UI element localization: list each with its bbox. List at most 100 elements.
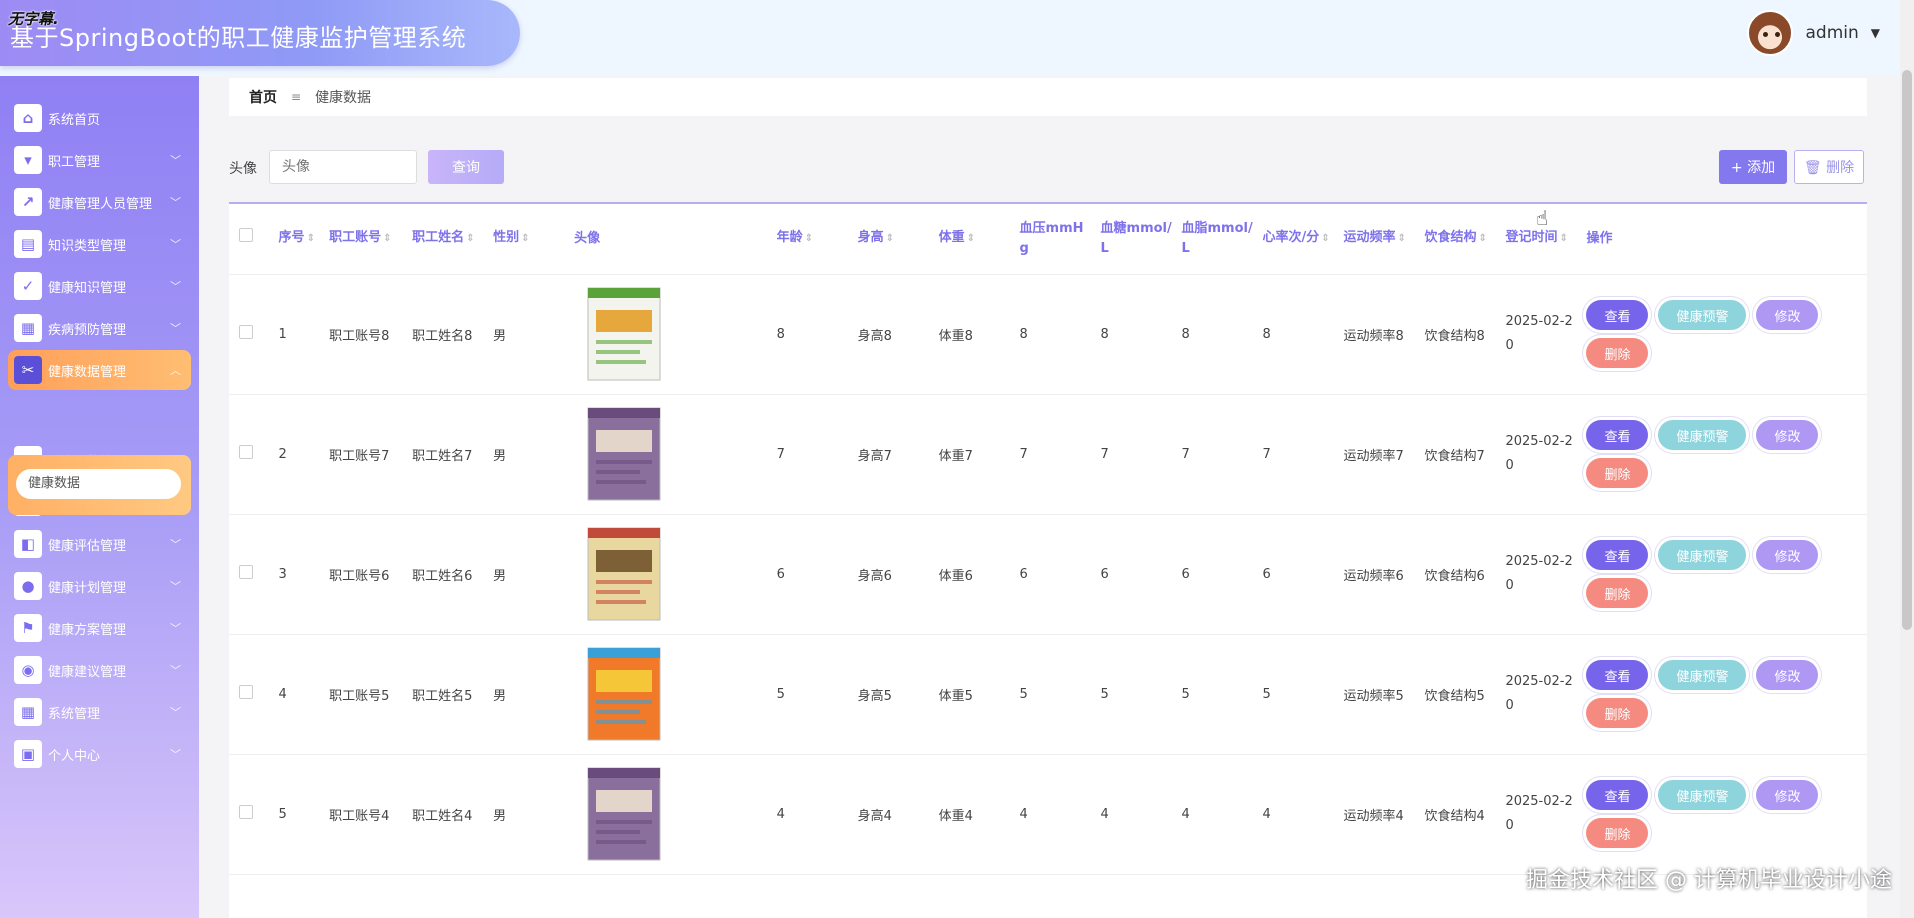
table-row: 2 职工账号7 职工姓名7 男 7 身高7 体重7 7 7 7 7 运动频率7 饮食结构7 2025-02… [229,394,1867,515]
cell-bp: 5 [1015,634,1097,755]
column-header-label: 身高 [857,230,884,246]
sort-icon[interactable]: ⇕ [805,233,813,244]
user-menu[interactable]: admin ▼ [1747,8,1880,58]
cell-height: 身高4 [853,754,935,875]
sort-icon[interactable]: ⇕ [307,233,315,244]
column-header-label: 序号 [278,230,305,246]
sidebar-item-5[interactable]: ✓ 健康知识管理 ﹀ [8,266,191,306]
edit-button[interactable]: 修改 [1756,540,1819,570]
site-watermark: 掘金技术社区 @ 计算机毕业设计小途 [1526,868,1892,893]
column-header-12[interactable]: 心率次/分 ⇕ [1258,204,1340,275]
sort-icon[interactable]: ⇕ [521,233,529,244]
batch-delete-button[interactable]: 🗑 删除 [1794,150,1864,184]
cell-sugar: 8 [1096,274,1178,395]
sort-icon[interactable]: ⇕ [1559,233,1567,244]
column-header-14[interactable]: 饮食结构 ⇕ [1420,204,1502,275]
select-all-checkbox[interactable] [229,204,275,275]
sort-icon[interactable]: ⇕ [1478,233,1486,244]
column-header-13[interactable]: 运动频率 ⇕ [1339,204,1421,275]
avatar-search-input[interactable] [269,150,417,184]
edit-button[interactable]: 修改 [1756,420,1819,450]
sidebar-item-11[interactable]: ● 健康计划管理 ﹀ [8,566,191,606]
search-button[interactable]: 查询 [428,150,504,184]
sidebar-item-7[interactable]: ✂ 健康数据管理 ︿ [8,350,191,390]
view-button[interactable]: 查看 [1586,300,1649,330]
book-cover-image[interactable] [574,284,674,384]
column-header-2[interactable]: 职工账号 ⇕ [325,204,409,275]
chevron-down-icon: ﹀ [170,322,181,335]
cell-name: 职工姓名8 [408,274,490,395]
actions-cell: 查看 健康预警 修改删除 [1582,754,1867,875]
submenu-item-health-data[interactable]: 健康数据 [16,469,181,499]
cell-height: 身高5 [853,634,935,755]
sidebar-item-15[interactable]: ▣ 个人中心 ﹀ [8,734,191,774]
cell-weight: 体重5 [934,634,1016,755]
health-warning-button[interactable]: 健康预警 [1658,420,1747,450]
view-button[interactable]: 查看 [1586,660,1649,690]
book-cover-image[interactable] [574,764,674,864]
edit-button[interactable]: 修改 [1756,780,1819,810]
delete-button[interactable]: 删除 [1586,578,1649,608]
row-checkbox[interactable] [229,274,275,395]
breadcrumb-home[interactable]: 首页 [249,87,277,107]
view-button[interactable]: 查看 [1586,420,1649,450]
cell-name: 职工姓名7 [408,394,490,515]
submenu-health-data: 健康数据 [8,455,191,515]
column-header-4[interactable]: 性别 ⇕ [489,204,571,275]
health-warning-button[interactable]: 健康预警 [1658,540,1747,570]
book-cover-image[interactable] [574,524,674,624]
caret-down-icon[interactable]: ▼ [1871,26,1880,40]
sidebar-item-12[interactable]: ⚑ 健康方案管理 ﹀ [8,608,191,648]
column-header-6[interactable]: 年龄 ⇕ [772,204,854,275]
delete-button[interactable]: 删除 [1586,338,1649,368]
view-button[interactable]: 查看 [1586,540,1649,570]
cell-sugar: 5 [1096,634,1178,755]
avatar[interactable] [1747,10,1794,56]
cell-lipid: 8 [1177,274,1259,395]
scroll-thumb[interactable] [1902,70,1912,630]
chevron-down-icon: ﹀ [170,280,181,293]
edit-button[interactable]: 修改 [1756,300,1819,330]
column-header-1[interactable]: 序号 ⇕ [274,204,326,275]
add-button[interactable]: + 添加 [1719,150,1787,184]
cell-age: 4 [772,754,854,875]
health-warning-button[interactable]: 健康预警 [1658,660,1747,690]
sidebar-item-6[interactable]: ▦ 疾病预防管理 ﹀ [8,308,191,348]
delete-button[interactable]: 删除 [1586,458,1649,488]
sidebar: ⌂ 系统首页 ▾ 职工管理 ﹀ ↗ 健康管理人员管理 ﹀ ▤ 知识类型管理 ﹀ ✓ 健康知识管理 ﹀ ▦ 疾病… [0,76,199,918]
sidebar-item-4[interactable]: ▤ 知识类型管理 ﹀ [8,224,191,264]
sort-icon[interactable]: ⇕ [1398,233,1406,244]
sidebar-item-2[interactable]: ▾ 职工管理 ﹀ [8,140,191,180]
column-header-8[interactable]: 体重 ⇕ [934,204,1016,275]
health-warning-button[interactable]: 健康预警 [1658,300,1747,330]
sidebar-item-14[interactable]: ▦ 系统管理 ﹀ [8,692,191,732]
book-cover-image[interactable] [574,644,674,744]
username[interactable]: admin [1805,23,1858,43]
view-button[interactable]: 查看 [1586,780,1649,810]
cell-diet: 饮食结构5 [1420,634,1502,755]
book-cover-image[interactable] [574,404,674,504]
edit-button[interactable]: 修改 [1756,660,1819,690]
row-checkbox[interactable] [229,754,275,875]
sort-icon[interactable]: ⇕ [886,233,894,244]
sidebar-item-label: 健康建议管理 [48,664,127,680]
page-scrollbar[interactable] [1900,0,1914,918]
column-header-7[interactable]: 身高 ⇕ [853,204,935,275]
column-header-label: 职工账号 [329,230,382,246]
row-checkbox[interactable] [229,514,275,635]
sort-icon[interactable]: ⇕ [967,233,975,244]
column-header-3[interactable]: 职工姓名 ⇕ [408,204,490,275]
delete-button[interactable]: 删除 [1586,818,1649,848]
sidebar-item-1[interactable]: ⌂ 系统首页 [8,98,191,138]
row-checkbox[interactable] [229,394,275,515]
sidebar-item-3[interactable]: ↗ 健康管理人员管理 ﹀ [8,182,191,222]
sort-icon[interactable]: ⇕ [1321,233,1329,244]
sidebar-item-13[interactable]: ◉ 健康建议管理 ﹀ [8,650,191,690]
cell-gender: 男 [489,634,571,755]
delete-button[interactable]: 删除 [1586,698,1649,728]
sort-icon[interactable]: ⇕ [383,233,391,244]
sort-icon[interactable]: ⇕ [466,233,474,244]
health-warning-button[interactable]: 健康预警 [1658,780,1747,810]
sidebar-item-10[interactable]: ◧ 健康评估管理 ﹀ [8,524,191,564]
row-checkbox[interactable] [229,634,275,755]
